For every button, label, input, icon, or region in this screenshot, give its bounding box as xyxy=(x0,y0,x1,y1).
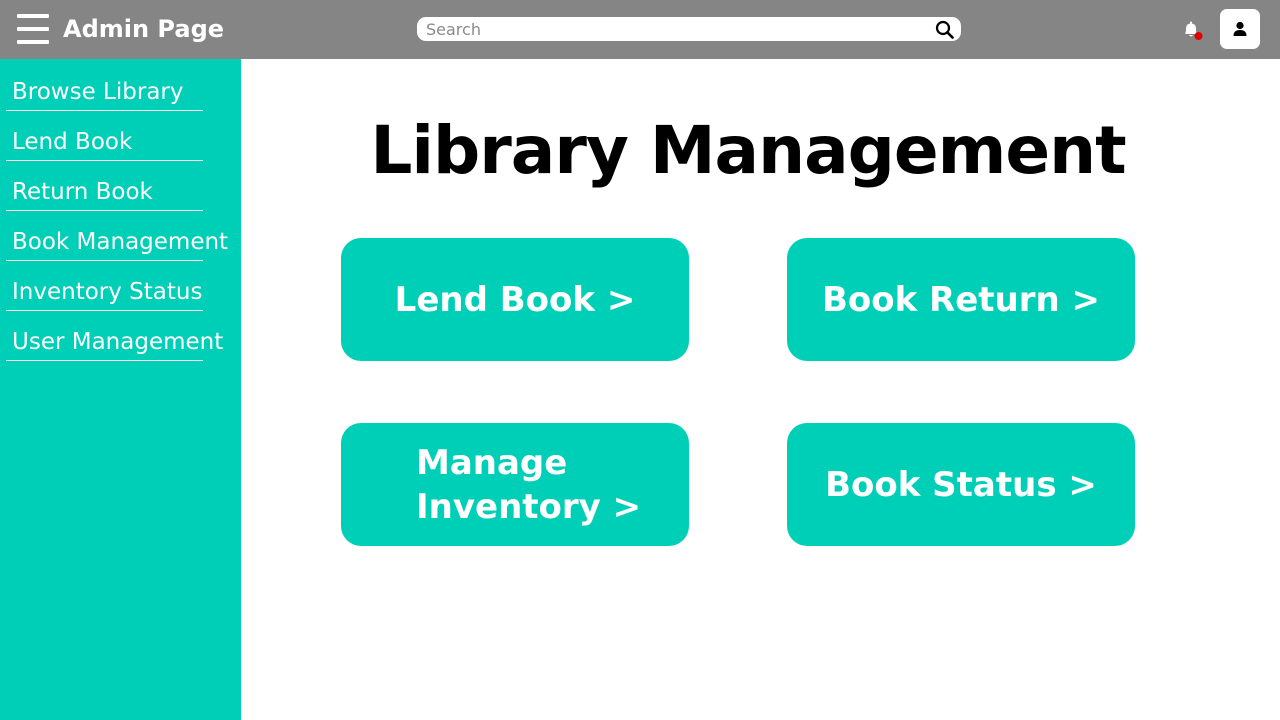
sidebar-item-book-management[interactable]: Book Management xyxy=(6,211,228,261)
sidebar-item-user-management[interactable]: User Management xyxy=(6,311,223,361)
bell-icon[interactable] xyxy=(1181,19,1203,41)
sidebar-item-label: Browse Library xyxy=(12,79,184,105)
search-input[interactable] xyxy=(426,17,926,41)
sidebar-item-label: Inventory Status xyxy=(12,279,203,305)
top-bar: Admin Page xyxy=(0,0,1280,59)
book-status-button[interactable]: Book Status > xyxy=(787,423,1135,546)
manage-inventory-button-label: Manage Inventory > xyxy=(416,442,642,527)
book-status-button-label: Book Status > xyxy=(825,464,1097,505)
hamburger-menu-icon[interactable] xyxy=(17,14,49,44)
user-icon xyxy=(1233,21,1247,36)
notification-dot xyxy=(1194,32,1203,40)
profile-button[interactable] xyxy=(1220,9,1260,49)
book-return-button[interactable]: Book Return > xyxy=(787,238,1135,361)
lend-book-button-label: Lend Book > xyxy=(394,279,636,320)
book-return-button-label: Book Return > xyxy=(821,279,1101,320)
sidebar-item-label: Lend Book xyxy=(12,129,133,155)
sidebar: Browse Library Lend Book Return Book Boo… xyxy=(0,59,241,720)
sidebar-item-label: Return Book xyxy=(12,179,153,205)
manage-inventory-button[interactable]: Manage Inventory > xyxy=(341,423,689,546)
app-title: Admin Page xyxy=(63,15,225,43)
sidebar-item-return-book[interactable]: Return Book xyxy=(6,161,203,211)
page-title: Library Management xyxy=(370,112,1126,189)
sidebar-item-label: Book Management xyxy=(12,229,229,255)
search-bar xyxy=(417,17,961,41)
search-icon[interactable] xyxy=(935,20,954,39)
lend-book-button[interactable]: Lend Book > xyxy=(341,238,689,361)
sidebar-item-lend-book[interactable]: Lend Book xyxy=(6,111,203,161)
sidebar-item-label: User Management xyxy=(12,329,224,355)
sidebar-item-inventory-status[interactable]: Inventory Status xyxy=(6,261,203,311)
sidebar-item-browse-library[interactable]: Browse Library xyxy=(6,61,203,111)
